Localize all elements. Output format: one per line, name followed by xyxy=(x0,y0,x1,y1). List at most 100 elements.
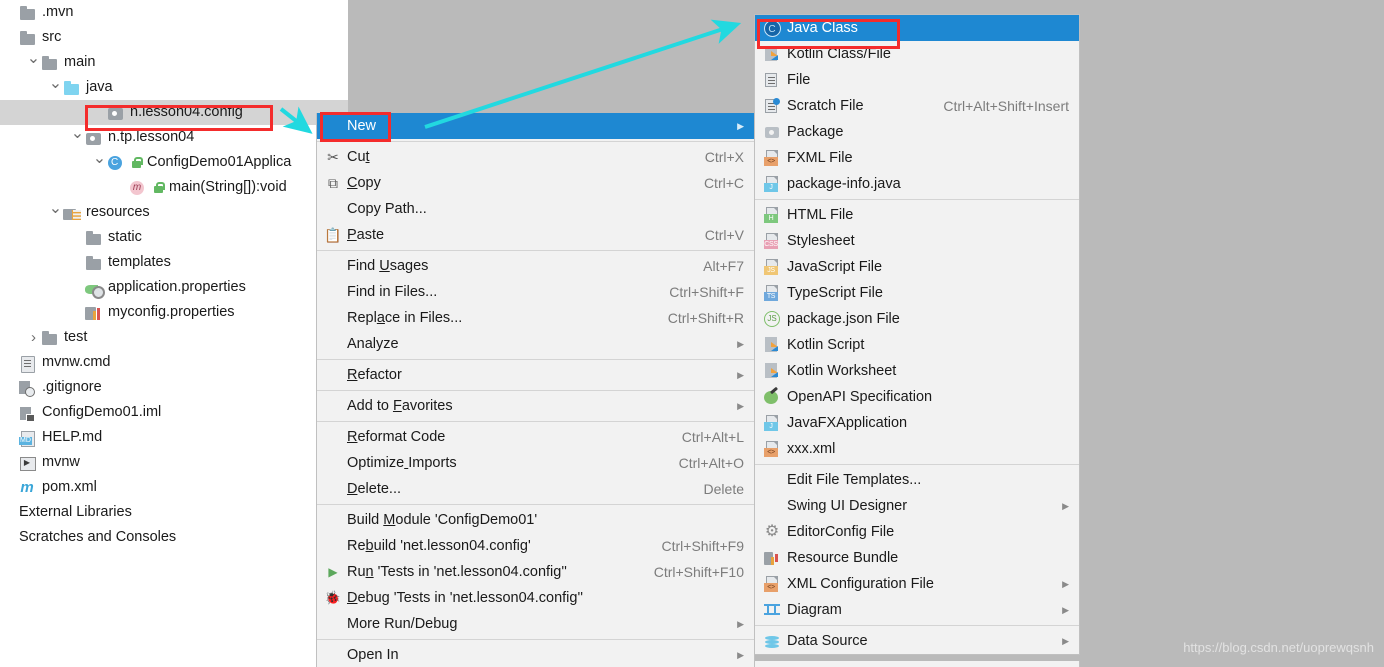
file-tag: <> xyxy=(764,583,778,592)
tree-item-label: .gitignore xyxy=(42,379,102,396)
file-icon xyxy=(19,355,37,373)
tree-row[interactable]: .gitignore xyxy=(0,375,348,400)
tree-row[interactable]: ⌄ main xyxy=(0,50,348,75)
chevron-right-icon: ▶ xyxy=(1062,500,1069,511)
menu-item-reformat-code[interactable]: Reformat Code Ctrl+Alt+L xyxy=(317,424,754,450)
project-tree-panel[interactable]: .mvn src ⌄ main ⌄ java n.lesson04.config ⌄ n.tp.… xyxy=(0,0,348,667)
submenu-item-html-file[interactable]: H HTML File xyxy=(755,202,1079,228)
tree-item-label: n.lesson04.config xyxy=(130,104,243,121)
debug-icon: 🐞 xyxy=(324,590,342,605)
menu-item-cut[interactable]: ✂ Cut Ctrl+X xyxy=(317,144,754,170)
menu-item-find-usages[interactable]: Find Usages Alt+F7 xyxy=(317,253,754,279)
tree-twisty-expanded[interactable]: ⌄ xyxy=(48,200,63,217)
submenu-item-kotlin-script[interactable]: Kotlin Script xyxy=(755,332,1079,358)
tree-row[interactable]: mvnw xyxy=(0,450,348,475)
java-class-icon: C xyxy=(763,15,781,41)
menu-item-shortcut: Delete xyxy=(703,481,744,497)
submenu-item-edit-file-templates[interactable]: Edit File Templates... xyxy=(755,467,1079,493)
menu-item-shortcut: Ctrl+Shift+F xyxy=(669,284,744,300)
menu-item-more-run-debug[interactable]: More Run/Debug ▶ xyxy=(317,611,754,637)
tree-row[interactable]: mvnw.cmd xyxy=(0,350,348,375)
menu-item-find-in-files[interactable]: Find in Files... Ctrl+Shift+F xyxy=(317,279,754,305)
menu-separator xyxy=(317,639,754,640)
tree-row[interactable]: ⌄ n.tp.lesson04 xyxy=(0,125,348,150)
tree-item-label: static xyxy=(108,229,142,246)
tree-row[interactable]: application.properties xyxy=(0,275,348,300)
submenu-item-package-info-java[interactable]: Jpackage-info.java xyxy=(755,171,1079,197)
submenu-item-editorconfig-file[interactable]: EditorConfig File xyxy=(755,519,1079,545)
submenu-item-file[interactable]: File xyxy=(755,67,1079,93)
tree-row[interactable]: .mvn xyxy=(0,0,348,25)
tree-twisty-expanded[interactable]: ⌄ xyxy=(70,125,85,142)
clipboard-icon: 📋 xyxy=(324,227,342,243)
submenu-item-stylesheet[interactable]: CSS Stylesheet xyxy=(755,228,1079,254)
tree-row[interactable]: pom.xml xyxy=(0,475,348,500)
submenu-item-fxml-file[interactable]: <> FXML File xyxy=(755,145,1079,171)
tree-row[interactable]: ⌄ java xyxy=(0,75,348,100)
tree-row[interactable]: templates xyxy=(0,250,348,275)
folder-icon xyxy=(19,5,37,21)
submenu-item-kotlin-worksheet[interactable]: Kotlin Worksheet xyxy=(755,358,1079,384)
menu-item-analyze[interactable]: Analyze ▶ xyxy=(317,331,754,357)
submenu-item-xml-configuration-file[interactable]: <> XML Configuration File ▶ xyxy=(755,571,1079,597)
file-tag: J xyxy=(764,422,778,431)
tree-twisty-expanded[interactable]: ⌄ xyxy=(26,50,41,67)
submenu-item-package[interactable]: Package xyxy=(755,119,1079,145)
menu-item-shortcut: Ctrl+Alt+L xyxy=(681,429,744,445)
tree-row[interactable]: ⌄ ConfigDemo01Applica xyxy=(0,150,348,175)
submenu-item-resource-bundle[interactable]: Resource Bundle xyxy=(755,545,1079,571)
menu-item-open-in[interactable]: Open In ▶ xyxy=(317,642,754,667)
menu-item-paste[interactable]: 📋 Paste Ctrl+V xyxy=(317,222,754,248)
chevron-right-icon: ▶ xyxy=(1062,635,1069,646)
tree-twisty-expanded[interactable]: ⌄ xyxy=(92,150,107,167)
menu-item-add-to-favorites[interactable]: Add to Favorites ▶ xyxy=(317,393,754,419)
tree-row[interactable]: Scratches and Consoles xyxy=(0,525,348,550)
menu-item-rebuild-net-lesson04-config[interactable]: Rebuild 'net.lesson04.config' Ctrl+Shift+… xyxy=(317,533,754,559)
folder-icon xyxy=(41,330,59,346)
tree-row[interactable]: n.lesson04.config xyxy=(0,100,348,125)
menu-item-new[interactable]: New ▶ xyxy=(317,113,754,139)
submenu-item-javafxapplication[interactable]: J JavaFXApplication xyxy=(755,410,1079,436)
tree-row[interactable]: main(String[]):void xyxy=(0,175,348,200)
file-glyph: JS xyxy=(764,259,780,275)
menu-item-label: New xyxy=(347,117,377,134)
tree-twisty-expanded[interactable]: ⌄ xyxy=(48,75,63,92)
new-submenu[interactable]: C Java Class Kotlin Class/File File Scratch … xyxy=(754,14,1080,655)
tree-row[interactable]: myconfig.properties xyxy=(0,300,348,325)
context-menu[interactable]: New ▶ ✂ Cut Ctrl+X ⧉ Copy Ctrl+C Copy Path... 📋 Pa… xyxy=(316,113,755,667)
menu-item-label: Debug 'Tests in 'net.lesson04.config'' xyxy=(347,589,583,606)
submenu-item-label: Java Class xyxy=(787,19,858,36)
menu-item-debug-tests-in-net-lesson04-config[interactable]: 🐞 Debug 'Tests in 'net.lesson04.config'' xyxy=(317,585,754,611)
menu-item-copy-path[interactable]: Copy Path... xyxy=(317,196,754,222)
tree-row[interactable]: src xyxy=(0,25,348,50)
submenu-item-javascript-file[interactable]: JS JavaScript File xyxy=(755,254,1079,280)
submenu-item-java-class[interactable]: C Java Class xyxy=(755,15,1079,41)
submenu-item-scratch-file[interactable]: Scratch File Ctrl+Alt+Shift+Insert xyxy=(755,93,1079,119)
package-icon xyxy=(763,119,781,145)
menu-item-run-tests-in-net-lesson04-config[interactable]: ▶ Run 'Tests in 'net.lesson04.config'' Ctr… xyxy=(317,559,754,585)
submenu-item-swing-ui-designer[interactable]: Swing UI Designer ▶ xyxy=(755,493,1079,519)
submenu-item-kotlin-class-file[interactable]: Kotlin Class/File xyxy=(755,41,1079,67)
menu-item-shortcut: Ctrl+Shift+F9 xyxy=(661,538,744,554)
tree-row[interactable]: ConfigDemo01.iml xyxy=(0,400,348,425)
kotlin-icon xyxy=(763,332,781,358)
submenu-item-typescript-file[interactable]: TS TypeScript File xyxy=(755,280,1079,306)
menu-item-copy[interactable]: ⧉ Copy Ctrl+C xyxy=(317,170,754,196)
submenu-item-label: Resource Bundle xyxy=(787,549,899,566)
menu-item-optimize-imports[interactable]: Optimize Imports Ctrl+Alt+O xyxy=(317,450,754,476)
menu-item-replace-in-files[interactable]: Replace in Files... Ctrl+Shift+R xyxy=(317,305,754,331)
menu-item-refactor[interactable]: Refactor ▶ xyxy=(317,362,754,388)
tree-row[interactable]: static xyxy=(0,225,348,250)
tree-row[interactable]: ⌄ resources xyxy=(0,200,348,225)
tree-row[interactable]: › test xyxy=(0,325,348,350)
tree-twisty-collapsed[interactable]: › xyxy=(26,330,41,345)
menu-item-delete[interactable]: Delete... Delete xyxy=(317,476,754,502)
submenu-item-package-json-file[interactable]: JS package.json File xyxy=(755,306,1079,332)
tree-row[interactable]: External Libraries xyxy=(0,500,348,525)
tree-row[interactable]: HELP.md xyxy=(0,425,348,450)
submenu-item-xxx-xml[interactable]: <> xxx.xml xyxy=(755,436,1079,462)
submenu-item-openapi-specification[interactable]: OpenAPI Specification xyxy=(755,384,1079,410)
menu-item-build-module-configdemo01[interactable]: Build Module 'ConfigDemo01' xyxy=(317,507,754,533)
submenu-item-diagram[interactable]: Diagram ▶ xyxy=(755,597,1079,623)
submenu-item-data-source[interactable]: Data Source ▶ xyxy=(755,628,1079,654)
